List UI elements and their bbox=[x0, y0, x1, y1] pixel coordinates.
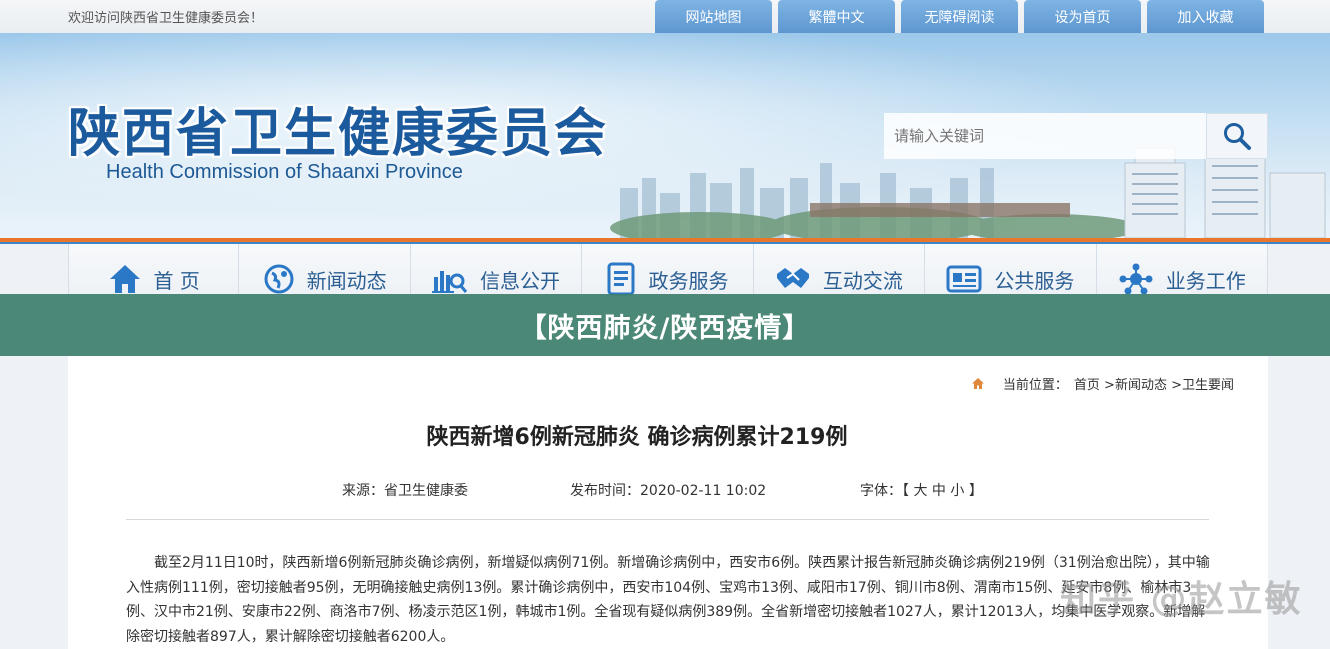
search-input[interactable] bbox=[884, 113, 1206, 159]
add-favorite-link[interactable]: 加入收藏 bbox=[1147, 0, 1264, 33]
home-small-icon bbox=[971, 378, 984, 389]
breadcrumb-prefix: 当前位置： bbox=[1002, 378, 1068, 393]
top-bar: 欢迎访问陕西省卫生健康委员会！ 网站地图 繁體中文 无障碍阅读 设为首页 加入收… bbox=[0, 0, 1330, 33]
site-title-chinese: 陕西省卫生健康委员会 bbox=[68, 103, 609, 164]
breadcrumb-news-link[interactable]: >新闻动态 bbox=[1104, 378, 1167, 393]
site-title-english: Health Commission of Shaanxi Province bbox=[106, 161, 463, 183]
home-icon bbox=[109, 265, 140, 293]
search-bar bbox=[884, 113, 1268, 159]
search-icon bbox=[1224, 123, 1251, 150]
font-size-large[interactable]: 大 bbox=[913, 483, 927, 499]
watermark-text: 知乎 @赵立敏 bbox=[1060, 579, 1303, 620]
top-links: 网站地图 繁體中文 无障碍阅读 设为首页 加入收藏 bbox=[655, 0, 1264, 33]
font-size-label: 字体：【 bbox=[860, 483, 909, 499]
font-size-close: 】 bbox=[968, 483, 983, 499]
nav-label-news: 新闻动态 bbox=[306, 268, 387, 293]
nav-label-interaction: 互动交流 bbox=[822, 268, 903, 293]
font-size-medium[interactable]: 中 bbox=[932, 483, 946, 499]
article-body: 截至2月11日10时，陕西新增6例新冠肺炎确诊病例，新增疑似病例71例。新增确诊… bbox=[126, 555, 1210, 645]
font-size-small[interactable]: 小 bbox=[950, 483, 964, 499]
article-title: 陕西新增6例新冠肺炎 确诊病例累计219例 bbox=[426, 425, 848, 450]
welcome-text: 欢迎访问陕西省卫生健康委员会！ bbox=[68, 11, 264, 26]
nav-label-info-disclosure: 信息公开 bbox=[480, 268, 561, 293]
header-banner: 陕西省卫生健康委员会 Health Commission of Shaanxi … bbox=[0, 33, 1330, 238]
handshake-icon bbox=[776, 268, 809, 288]
article-published-time: 发布时间：2020-02-11 10:02 bbox=[570, 483, 767, 499]
breadcrumb-home-link[interactable]: 首页 bbox=[1074, 378, 1100, 393]
network-icon bbox=[1119, 263, 1153, 295]
globe-icon bbox=[264, 264, 294, 294]
breadcrumb: 当前位置： 首页 >新闻动态 >卫生要闻 bbox=[971, 374, 1234, 393]
nav-label-public-services: 公共服务 bbox=[994, 268, 1075, 293]
card-icon bbox=[946, 265, 982, 293]
traditional-chinese-link[interactable]: 繁體中文 bbox=[778, 0, 895, 33]
accessibility-link[interactable]: 无障碍阅读 bbox=[901, 0, 1018, 33]
nav-label-home: 首 页 bbox=[153, 268, 200, 293]
article-source: 来源：省卫生健康委 bbox=[342, 483, 468, 499]
document-icon bbox=[607, 262, 635, 296]
breadcrumb-health-news-link[interactable]: >卫生要闻 bbox=[1171, 378, 1234, 393]
search-button[interactable] bbox=[1206, 113, 1268, 159]
nav-label-government-services: 政务服务 bbox=[648, 268, 729, 293]
article-divider bbox=[126, 519, 1209, 520]
nav-label-business-work: 业务工作 bbox=[1165, 268, 1246, 293]
set-homepage-link[interactable]: 设为首页 bbox=[1024, 0, 1141, 33]
topic-overlay-band: 【陕西肺炎/陕西疫情】 bbox=[0, 294, 1330, 356]
font-size-control: 字体：【 大 中 小 】 bbox=[860, 480, 983, 500]
sitemap-link[interactable]: 网站地图 bbox=[655, 0, 772, 33]
topic-overlay-text: 【陕西肺炎/陕西疫情】 bbox=[519, 312, 811, 344]
chart-search-icon bbox=[432, 271, 468, 293]
